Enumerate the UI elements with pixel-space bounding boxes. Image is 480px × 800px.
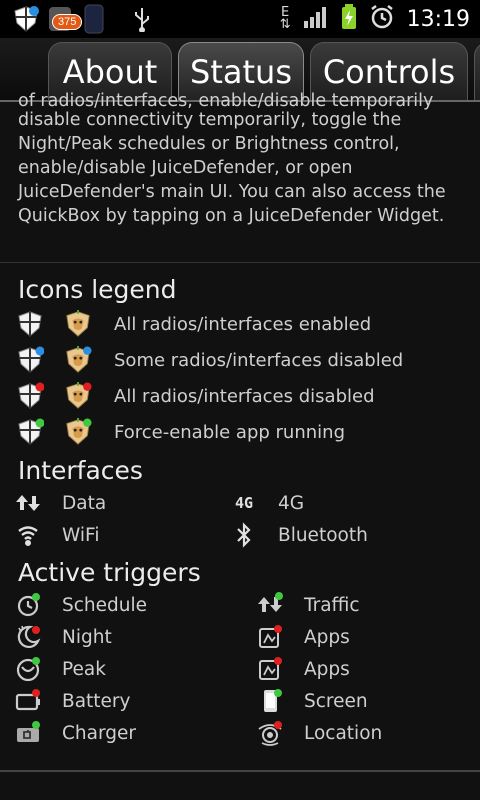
interface-data-label: Data: [62, 492, 107, 514]
trigger-label: Schedule: [62, 594, 148, 616]
trigger-item: Battery: [14, 686, 224, 716]
data-arrows-icon: [14, 489, 42, 517]
tab-more[interactable]: [474, 42, 480, 100]
interface-4g-label: 4G: [278, 492, 305, 514]
juice-shield-icon: [64, 418, 92, 446]
interface-4g: 4G 4G: [230, 488, 430, 518]
trigger-item: Location: [256, 718, 466, 748]
trigger-item: Schedule: [14, 590, 224, 620]
trigger-item: Night: [14, 622, 224, 652]
shield-icon: [16, 418, 44, 446]
juice-shield-icon: [64, 310, 92, 338]
trigger-label: Location: [304, 722, 383, 744]
shield-icon: [16, 382, 44, 410]
trigger-label: Apps: [304, 658, 350, 680]
clock-icon: [14, 591, 42, 619]
legend-label: All radios/interfaces enabled: [114, 313, 372, 335]
trigger-label: Screen: [304, 690, 368, 712]
juice-shield-icon: [64, 382, 92, 410]
shield-icon: [16, 310, 44, 338]
icons-legend-title: Icons legend: [18, 275, 177, 304]
trigger-label: Night: [62, 626, 112, 648]
trigger-label: Charger: [62, 722, 136, 744]
signal-strength-icon: [303, 5, 329, 33]
trigger-item: Screen: [256, 686, 466, 716]
legend-row: Force-enable app running: [16, 416, 476, 448]
wifi-icon: [14, 521, 42, 549]
trigger-item: Charger: [14, 718, 224, 748]
shield-icon: [16, 346, 44, 374]
trigger-label: Apps: [304, 626, 350, 648]
bottom-divider: [0, 770, 480, 772]
peak-icon: [14, 655, 42, 683]
section-divider: [0, 262, 480, 263]
network-type-label: E: [281, 5, 290, 20]
interface-bluetooth-label: Bluetooth: [278, 524, 368, 546]
battery-charging-icon: [341, 4, 357, 34]
juicedefender-status-icon: [12, 5, 40, 33]
battery-icon: [14, 687, 42, 715]
legend-row: All radios/interfaces enabled: [16, 308, 476, 340]
legend-label: Some radios/interfaces disabled: [114, 349, 404, 371]
phone-icon: [80, 4, 108, 34]
notification-count-badge: 375: [52, 14, 83, 30]
clock-time: 13:19: [406, 6, 470, 32]
legend-row: Some radios/interfaces disabled: [16, 344, 476, 376]
apps-icon: [256, 655, 284, 683]
interface-wifi-label: WiFi: [62, 524, 100, 546]
trigger-item: Apps: [256, 622, 466, 652]
moon-icon: [14, 623, 42, 651]
interfaces-title: Interfaces: [18, 456, 143, 485]
interface-wifi: WiFi: [14, 520, 214, 550]
location-icon: [256, 719, 284, 747]
charger-icon: [14, 719, 42, 747]
trigger-item: Peak: [14, 654, 224, 684]
legend-label: Force-enable app running: [114, 421, 345, 443]
bluetooth-icon: [230, 521, 258, 549]
usb-icon: [128, 5, 156, 33]
traffic-icon: [256, 591, 284, 619]
status-bar: 375 E ⇅ 13:19: [0, 0, 480, 38]
intro-paragraph: disable connectivity temporarily, toggle…: [18, 110, 446, 226]
trigger-item: Apps: [256, 654, 466, 684]
trigger-label: Peak: [62, 658, 106, 680]
screen-icon: [256, 687, 284, 715]
trigger-item: Traffic: [256, 590, 466, 620]
alarm-clock-icon: [369, 4, 395, 34]
interface-bluetooth: Bluetooth: [230, 520, 430, 550]
interface-data: Data: [14, 488, 214, 518]
data-network-icon: E ⇅: [279, 5, 291, 32]
4g-icon: 4G: [234, 494, 254, 512]
intro-cut-line: of radios/interfaces, enable/disable tem…: [18, 91, 434, 111]
legend-row: All radios/interfaces disabled: [16, 380, 476, 412]
legend-label: All radios/interfaces disabled: [114, 385, 375, 407]
trigger-label: Traffic: [304, 594, 360, 616]
apps-icon: [256, 623, 284, 651]
intro-text-block: of radios/interfaces, enable/disable tem…: [18, 91, 463, 228]
juice-shield-icon: [64, 346, 92, 374]
active-triggers-title: Active triggers: [18, 558, 201, 587]
trigger-label: Battery: [62, 690, 131, 712]
